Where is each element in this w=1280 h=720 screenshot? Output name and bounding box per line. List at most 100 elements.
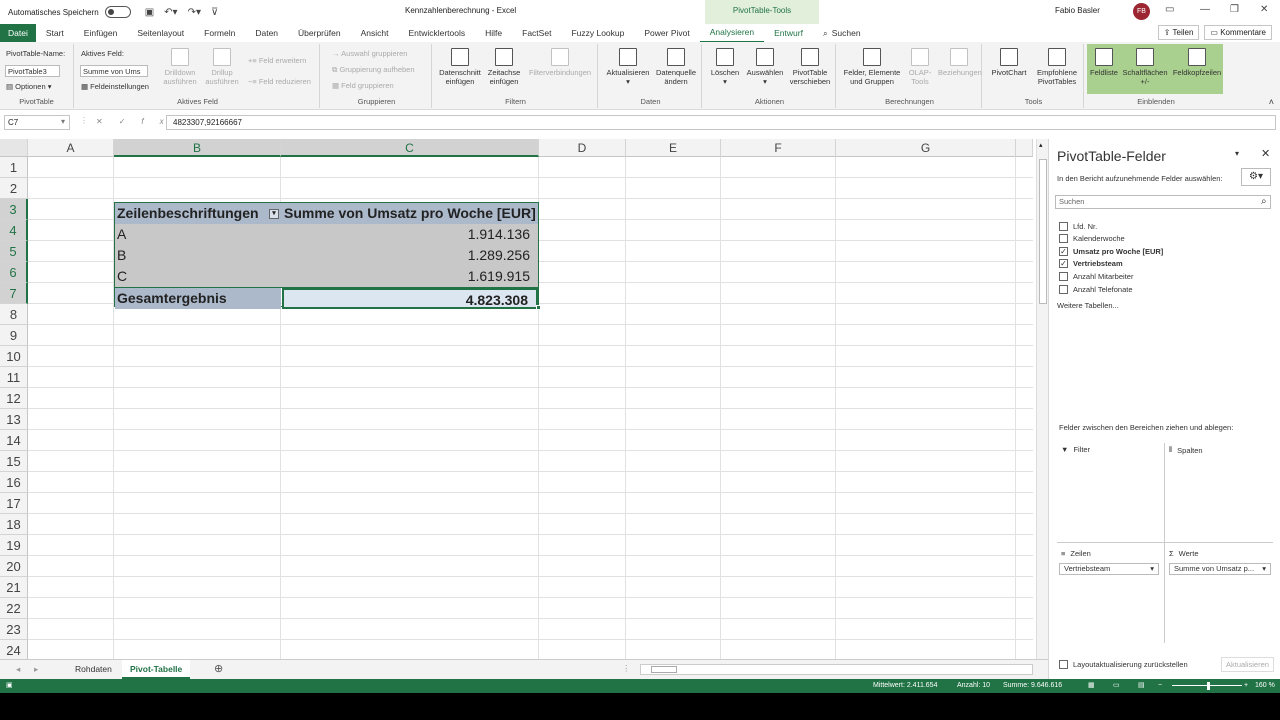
macro-record-icon[interactable]: ▣ <box>6 679 13 693</box>
customize-qat-icon[interactable]: ⊽ <box>211 7 218 18</box>
change-source-button[interactable]: Datenquelle ändern <box>654 48 698 86</box>
page-break-icon[interactable]: ▤ <box>1138 679 1145 693</box>
field-checkbox[interactable]: ✓ <box>1059 246 1068 256</box>
column-header-g[interactable]: G <box>836 139 1016 157</box>
tab-seitenlayout[interactable]: Seitenlayout <box>127 24 194 42</box>
pivot-table[interactable]: Zeilenbeschriftungen ▾ Summe von Umsatz … <box>114 202 539 309</box>
clear-button[interactable]: Löschen ▾ <box>707 48 743 86</box>
pivot-row-value[interactable]: 1.619.915 <box>282 266 532 287</box>
field-checkbox[interactable] <box>1059 234 1068 244</box>
undo-icon[interactable]: ↶▾ <box>164 7 177 18</box>
row-header[interactable]: 22 <box>0 598 28 619</box>
pivot-row-value[interactable]: 1.289.256 <box>282 245 532 266</box>
field-checkbox[interactable] <box>1059 221 1068 231</box>
column-header-f[interactable]: F <box>721 139 836 157</box>
insert-timeline-button[interactable]: Zeitachse einfügen <box>484 48 524 86</box>
worksheet-grid[interactable]: A B C D E F G 1 2 3 4 5 6 7 8 9 10 11 12 13 14 15 16 17 1… <box>0 139 1033 659</box>
tab-hilfe[interactable]: Hilfe <box>475 24 512 42</box>
row-header[interactable]: 2 <box>0 178 28 199</box>
row-header[interactable]: 13 <box>0 409 28 430</box>
share-button[interactable]: ⇪ Teilen <box>1157 25 1200 40</box>
column-header-e[interactable]: E <box>626 139 721 157</box>
tab-daten[interactable]: Daten <box>245 24 288 42</box>
tab-ansicht[interactable]: Ansicht <box>351 24 399 42</box>
row-header[interactable]: 12 <box>0 388 28 409</box>
refresh-button[interactable]: Aktualisieren ▾ <box>604 48 652 86</box>
pivot-total-label[interactable]: Gesamtergebnis <box>115 288 281 309</box>
prev-sheet-icon[interactable]: ◂ <box>16 664 20 675</box>
pivot-row-label[interactable]: C <box>115 266 281 287</box>
field-search-input[interactable]: Suchen <box>1055 195 1271 209</box>
filter-connections-button[interactable]: Filterverbindungen <box>526 48 594 77</box>
add-sheet-icon[interactable]: ⊕ <box>214 662 223 675</box>
column-header-b[interactable]: B <box>114 139 281 157</box>
gear-icon[interactable]: ⚙▾ <box>1241 168 1271 186</box>
values-field-summe[interactable]: Summe von Umsatz p... ▾ <box>1169 563 1271 575</box>
expand-field-button[interactable]: +≡ Feld erweitern <box>248 56 306 65</box>
tab-entwurf[interactable]: Entwurf <box>764 24 813 42</box>
vertical-scroll-thumb[interactable] <box>1039 159 1047 304</box>
rows-field-vertriebsteam[interactable]: Vertriebsteam ▾ <box>1059 563 1159 575</box>
row-header[interactable]: 6 <box>0 262 28 283</box>
field-list-item[interactable]: Anzahl Mitarbeiter <box>1059 270 1133 282</box>
collapse-field-button[interactable]: −≡ Feld reduzieren <box>248 77 311 86</box>
field-list-item[interactable]: Lfd. Nr. <box>1059 220 1097 232</box>
active-field-input[interactable]: Summe von Ums <box>80 65 148 77</box>
sheet-tab-pivot[interactable]: Pivot-Tabelle <box>122 660 191 679</box>
search-icon[interactable]: ⌕ <box>813 24 832 42</box>
pivot-total-value[interactable]: 4.823.308 <box>282 288 538 309</box>
row-header[interactable]: 11 <box>0 367 28 388</box>
field-checkbox[interactable] <box>1059 284 1068 294</box>
tab-search[interactable]: Suchen <box>832 24 871 42</box>
row-header[interactable]: 17 <box>0 493 28 514</box>
autosave-toggle[interactable] <box>104 6 131 18</box>
column-header-partial[interactable] <box>1016 139 1033 157</box>
zoom-in-icon[interactable]: + <box>1244 679 1248 693</box>
options-button[interactable]: ▤ Optionen ▾ <box>6 82 51 91</box>
row-header[interactable]: 15 <box>0 451 28 472</box>
next-sheet-icon[interactable]: ▸ <box>34 664 38 675</box>
enter-icon[interactable]: ✓ <box>119 117 142 126</box>
horizontal-scroll-thumb[interactable] <box>651 666 677 673</box>
row-header[interactable]: 21 <box>0 577 28 598</box>
row-header[interactable]: 14 <box>0 430 28 451</box>
row-header[interactable]: 24 <box>0 640 28 659</box>
minimize-icon[interactable]: — <box>1200 4 1210 15</box>
tab-power-pivot[interactable]: Power Pivot <box>634 24 699 42</box>
drillup-button[interactable]: Drillup ausführen <box>202 48 242 86</box>
pivot-row-label[interactable]: A <box>115 224 281 245</box>
field-list-item[interactable]: ✓ Vertriebsteam <box>1059 258 1123 270</box>
field-headers-button[interactable]: Feldkopfzeilen <box>1170 48 1224 77</box>
horizontal-scrollbar[interactable] <box>640 664 1033 675</box>
row-header[interactable]: 10 <box>0 346 28 367</box>
tab-fuzzy-lookup[interactable]: Fuzzy Lookup <box>561 24 634 42</box>
zoom-level[interactable]: 160 % <box>1255 679 1275 693</box>
row-header[interactable]: 9 <box>0 325 28 346</box>
formula-input[interactable]: 4823307,92166667 <box>166 115 1276 130</box>
save-icon[interactable]: ▣ <box>145 7 154 18</box>
field-list-item[interactable]: ✓ Umsatz pro Woche [EUR] <box>1059 245 1163 257</box>
page-layout-icon[interactable]: ▭ <box>1113 679 1120 693</box>
field-list-button[interactable]: Feldliste <box>1088 48 1120 77</box>
field-checkbox[interactable] <box>1059 271 1068 281</box>
tab-datei[interactable]: Datei <box>0 24 36 42</box>
update-button[interactable]: Aktualisieren <box>1221 657 1274 672</box>
row-header[interactable]: 7 <box>0 283 28 304</box>
relationships-button[interactable]: Beziehungen <box>938 48 982 77</box>
normal-view-icon[interactable]: ▦ <box>1088 679 1095 693</box>
pivot-header-value[interactable]: Summe von Umsatz pro Woche [EUR] <box>282 203 538 224</box>
field-list-item[interactable]: Kalenderwoche <box>1059 233 1125 245</box>
avatar[interactable]: FB <box>1133 3 1150 20</box>
close-pane-icon[interactable]: ✕ <box>1261 147 1270 160</box>
cancel-icon[interactable]: ✕ <box>96 117 119 126</box>
tab-start[interactable]: Start <box>36 24 74 42</box>
field-list-item[interactable]: Anzahl Telefonate <box>1059 283 1133 295</box>
drilldown-button[interactable]: Drilldown ausführen <box>160 48 200 86</box>
move-pivot-button[interactable]: PivotTable verschieben <box>787 48 833 86</box>
sheet-tab-rohdaten[interactable]: Rohdaten <box>67 660 120 679</box>
group-selection-button[interactable]: → Auswahl gruppieren <box>332 49 407 58</box>
row-header[interactable]: 5 <box>0 241 28 262</box>
defer-layout-update[interactable]: Layoutaktualisierung zurückstellen <box>1059 660 1188 669</box>
zoom-slider-thumb[interactable] <box>1207 682 1210 690</box>
comments-button[interactable]: ▭ Kommentare <box>1204 25 1272 40</box>
